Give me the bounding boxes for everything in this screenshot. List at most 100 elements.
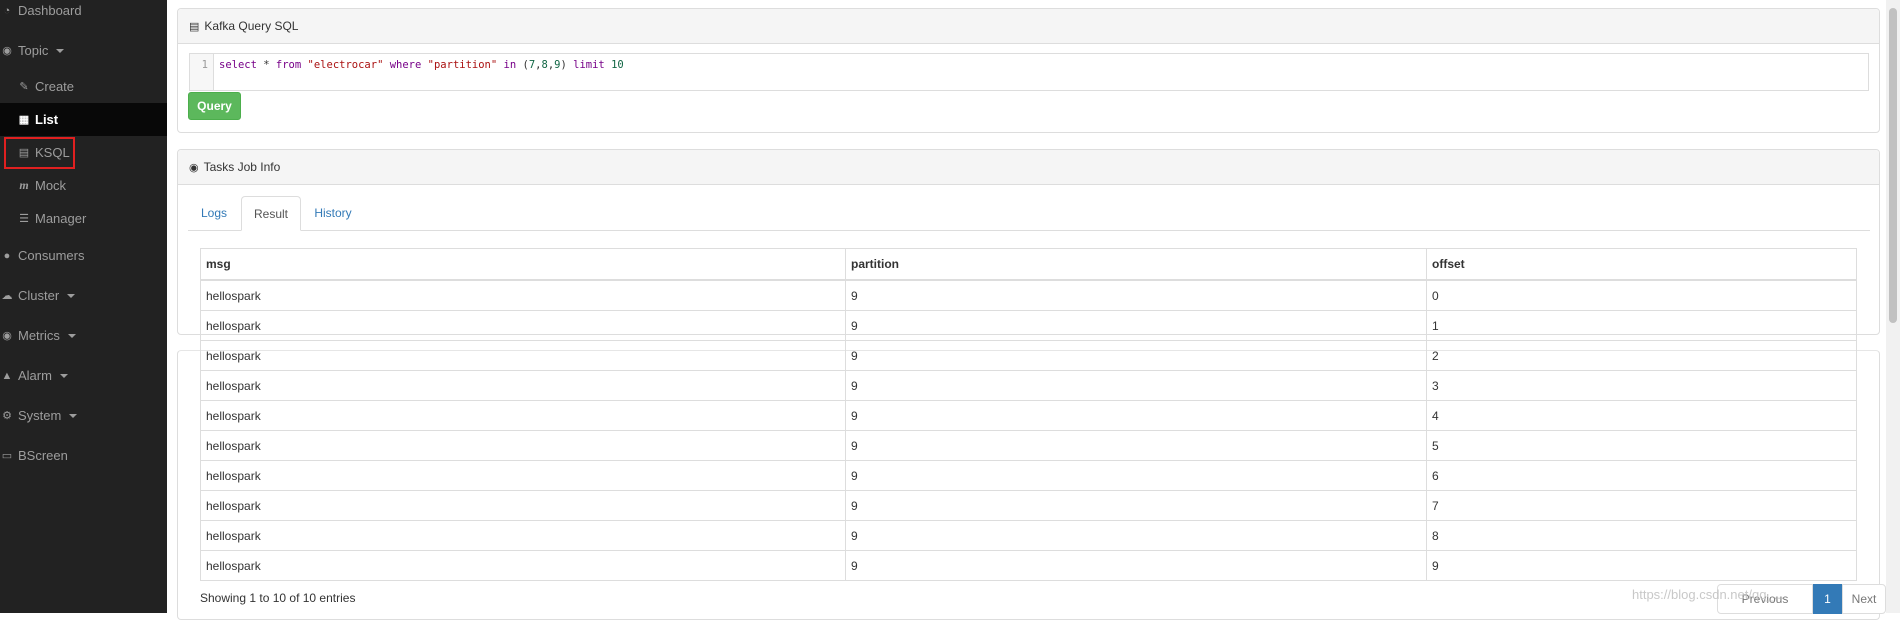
nav-topic-mock[interactable]: m Mock <box>0 169 167 202</box>
cell-partition: 9 <box>845 340 1427 371</box>
column-header-partition[interactable]: partition <box>845 248 1427 281</box>
nav-label: Consumers <box>18 248 85 263</box>
cell-msg: hellospark <box>200 279 846 311</box>
cell-offset: 1 <box>1426 310 1857 341</box>
nav-topic-create[interactable]: ✎ Create <box>0 70 167 103</box>
nav-alarm[interactable]: ▲ Alarm <box>0 359 167 392</box>
result-tabs: Logs Result History <box>188 196 1870 231</box>
cell-partition: 9 <box>845 310 1427 341</box>
sql-keyword: limit <box>573 59 605 71</box>
nav-label: Topic <box>18 43 49 58</box>
cell-partition: 9 <box>845 400 1427 431</box>
table-row: hellospark 9 2 <box>200 340 1857 371</box>
nav-system[interactable]: ⚙ System <box>0 399 167 432</box>
sidebar: ◔ Dashboard ◉ Topic ✎ Create ▦ List ▤ KS… <box>0 0 167 613</box>
table-row: hellospark 9 9 <box>200 550 1857 581</box>
table-row: hellospark 9 3 <box>200 370 1857 401</box>
file-icon: ▤ <box>18 147 30 159</box>
nav-label: KSQL <box>35 145 70 160</box>
pagination-page-1[interactable]: 1 <box>1813 584 1842 614</box>
table-icon: ▦ <box>18 114 30 126</box>
sql-string: "partition" <box>427 59 498 71</box>
cell-msg: hellospark <box>200 430 846 461</box>
table-row: hellospark 9 7 <box>200 490 1857 521</box>
caret-down-icon <box>56 48 65 53</box>
comments-icon: ◉ <box>189 161 199 174</box>
tasks-icon: ☰ <box>19 213 29 225</box>
panel-heading: ◉ Tasks Job Info <box>178 150 1879 185</box>
cloud-icon: ☁ <box>1 290 13 302</box>
table-info: Showing 1 to 10 of 10 entries <box>200 591 356 605</box>
tab-logs[interactable]: Logs <box>190 196 238 230</box>
cell-msg: hellospark <box>200 310 846 341</box>
cell-msg: hellospark <box>200 520 846 551</box>
italic-m-icon: m <box>19 178 29 192</box>
nav-label: Alarm <box>18 368 52 383</box>
column-header-msg[interactable]: msg <box>200 248 846 281</box>
edit-icon: ✎ <box>19 81 29 93</box>
caret-down-icon <box>67 333 76 338</box>
pagination: Previous 1 Next <box>1717 584 1886 614</box>
cell-offset: 2 <box>1426 340 1857 371</box>
cell-partition: 9 <box>845 490 1427 521</box>
cell-msg: hellospark <box>200 400 846 431</box>
sql-keyword: in <box>503 59 517 71</box>
nav-label: Dashboard <box>18 3 82 18</box>
column-header-offset[interactable]: offset <box>1426 248 1857 281</box>
nav-label: Mock <box>35 178 67 193</box>
nav-topic[interactable]: ◉ Topic <box>0 34 167 67</box>
cell-msg: hellospark <box>200 490 846 521</box>
table-row: hellospark 9 8 <box>200 520 1857 551</box>
gear-icon: ⚙ <box>2 410 12 422</box>
nav-dashboard[interactable]: ◔ Dashboard <box>0 0 167 27</box>
cell-offset: 0 <box>1426 279 1857 311</box>
cell-offset: 7 <box>1426 490 1857 521</box>
scrollbar-thumb[interactable] <box>1889 8 1897 323</box>
tab-history[interactable]: History <box>303 196 363 230</box>
cell-partition: 9 <box>845 520 1427 551</box>
nav-topic-ksql[interactable]: ▤ KSQL <box>0 136 167 169</box>
comment-icon: ◉ <box>2 45 12 57</box>
sql-editor[interactable]: 1 select * from "electrocar" where "part… <box>189 53 1869 91</box>
pagination-previous[interactable]: Previous <box>1717 584 1813 614</box>
cell-msg: hellospark <box>200 460 846 491</box>
cell-offset: 8 <box>1426 520 1857 551</box>
cell-msg: hellospark <box>200 550 846 581</box>
tab-result[interactable]: Result <box>241 196 301 231</box>
nav-topic-list[interactable]: ▦ List <box>0 103 167 136</box>
query-button[interactable]: Query <box>188 92 241 120</box>
nav-bscreen[interactable]: ▭ BScreen <box>0 439 167 472</box>
cell-offset: 5 <box>1426 430 1857 461</box>
sql-number: 10 <box>611 59 624 71</box>
nav-consumers[interactable]: ● Consumers <box>0 239 167 272</box>
panel-title: Tasks Job Info <box>203 160 281 174</box>
table-row: hellospark 9 6 <box>200 460 1857 491</box>
vertical-scrollbar[interactable] <box>1886 0 1900 613</box>
cell-offset: 6 <box>1426 460 1857 491</box>
cell-partition: 9 <box>845 550 1427 581</box>
table-row: hellospark 9 5 <box>200 430 1857 461</box>
nav-label: Metrics <box>18 328 60 343</box>
nav-cluster[interactable]: ☁ Cluster <box>0 279 167 312</box>
nav-topic-manager[interactable]: ☰ Manager <box>0 202 167 235</box>
sql-punct: ( <box>516 59 529 71</box>
sql-code[interactable]: select * from "electrocar" where "partit… <box>219 54 624 76</box>
line-number: 1 <box>190 54 214 90</box>
nav-metrics[interactable]: ◉ Metrics <box>0 319 167 352</box>
nav-label: List <box>35 112 59 127</box>
sql-keyword: where <box>389 59 422 71</box>
caret-down-icon <box>67 293 76 298</box>
cell-offset: 4 <box>1426 400 1857 431</box>
table-header-row: msg partition offset <box>200 248 1857 281</box>
table-row: hellospark 9 0 <box>200 279 1857 311</box>
sql-keyword: select <box>219 59 257 71</box>
cell-partition: 9 <box>845 370 1427 401</box>
caret-down-icon <box>59 373 68 378</box>
desktop-icon: ▭ <box>1 450 13 462</box>
result-table: msg partition offset hellospark 9 0 hellos… <box>200 248 1857 581</box>
dashboard-icon: ◔ <box>3 4 11 17</box>
pagination-next[interactable]: Next <box>1842 584 1886 614</box>
eye-icon: ◉ <box>2 330 12 342</box>
nav-label: Create <box>35 79 75 94</box>
table-row: hellospark 9 1 <box>200 310 1857 341</box>
